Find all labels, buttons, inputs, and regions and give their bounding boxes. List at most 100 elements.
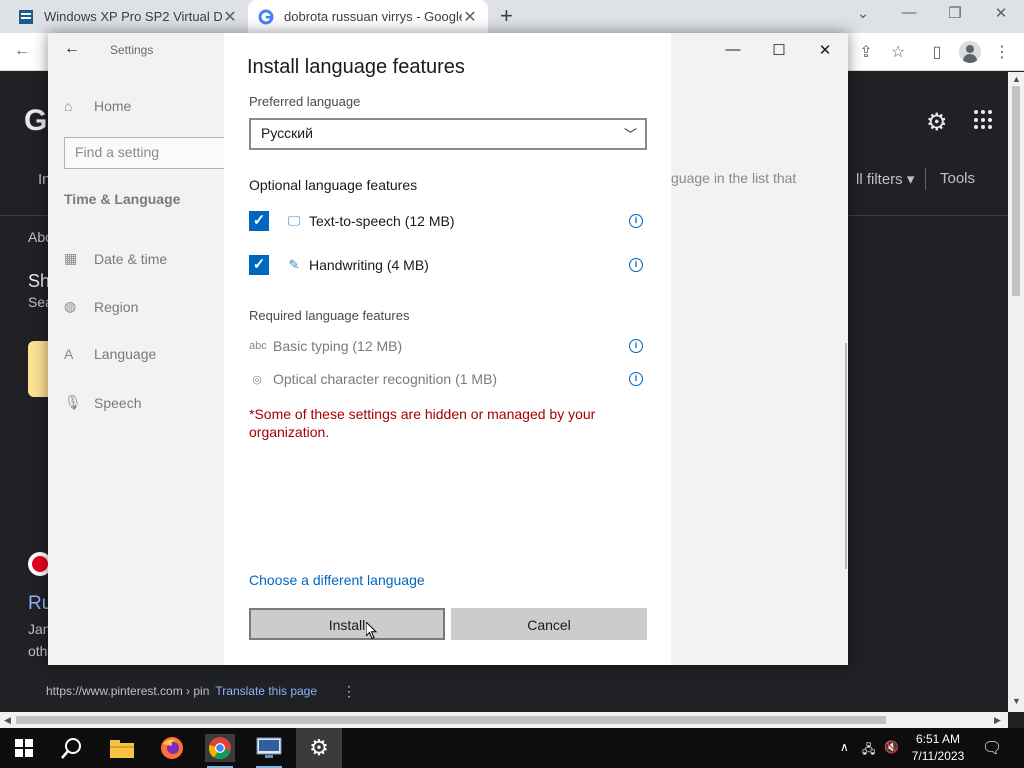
- back-arrow-icon[interactable]: ←: [12, 42, 32, 60]
- checkbox-checked[interactable]: ✓: [249, 211, 269, 231]
- tab-title: dobrota russuan virrys - Google: [284, 9, 462, 24]
- restore-icon[interactable]: ❐: [940, 4, 970, 22]
- tab-search-chevron-icon[interactable]: ⌄: [848, 4, 878, 22]
- scrollbar[interactable]: [845, 343, 847, 569]
- sidebar-item-region[interactable]: ◍ Region: [64, 298, 138, 315]
- feature-label: Basic typing (12 MB): [273, 338, 403, 354]
- taskbar-chrome[interactable]: [205, 734, 235, 768]
- pen-icon: ✎: [288, 257, 300, 272]
- start-button[interactable]: [9, 734, 39, 762]
- feature-label: Optical character recognition (1 MB): [273, 371, 498, 387]
- find-setting-input[interactable]: Find a setting: [64, 137, 228, 169]
- chrome-icon: [208, 737, 231, 760]
- info-icon[interactable]: i: [629, 339, 643, 353]
- required-feature-ocr: ◎ Optical character recognition (1 MB) i: [249, 369, 643, 389]
- selected-language-value: Русский: [261, 125, 313, 141]
- info-icon[interactable]: i: [629, 214, 643, 228]
- google-logo[interactable]: G: [24, 104, 47, 138]
- minimize-icon[interactable]: —: [894, 4, 924, 21]
- clock-time: 6:51 AM: [915, 732, 961, 746]
- chevron-down-icon: ﹀: [623, 127, 637, 142]
- new-tab-button[interactable]: +: [500, 5, 513, 27]
- search-button[interactable]: [57, 734, 87, 762]
- minimize-icon[interactable]: —: [722, 41, 744, 58]
- close-icon[interactable]: ✕: [814, 41, 836, 59]
- settings-window: ← Settings ⌂ Home Find a setting Time & …: [48, 33, 848, 665]
- sidebar-item-label: Home: [94, 98, 132, 114]
- gear-icon: ⚙: [309, 735, 329, 760]
- mouse-cursor-icon: [366, 622, 378, 640]
- home-icon: ⌂: [64, 98, 73, 114]
- scroll-thumb[interactable]: [16, 716, 886, 724]
- settings-content-behind: guage in the list that: [671, 33, 848, 665]
- tab-title: Windows XP Pro SP2 Virtual Des: [44, 9, 222, 24]
- sidebar-item-date-time[interactable]: ▦ Date & time: [64, 250, 167, 267]
- taskbar-settings[interactable]: ⚙: [296, 728, 342, 768]
- volume-muted-icon[interactable]: 🔇: [884, 740, 899, 754]
- close-window-icon[interactable]: ✕: [986, 4, 1016, 22]
- maximize-icon[interactable]: ☐: [768, 41, 790, 59]
- sidebar-item-home[interactable]: ⌂ Home: [64, 98, 131, 114]
- share-icon[interactable]: ⇪: [856, 42, 876, 62]
- page-vertical-scrollbar[interactable]: ▲ ▼: [1008, 72, 1024, 712]
- calendar-icon: ▦: [64, 250, 78, 266]
- notifications-icon[interactable]: 🗨: [982, 738, 1002, 758]
- translate-page-link[interactable]: Translate this page: [215, 684, 317, 698]
- speech-display-icon: 🖵: [287, 213, 301, 228]
- globe-icon: ◍: [64, 298, 77, 314]
- search-icon: [61, 738, 81, 759]
- managed-settings-warning: *Some of these settings are hidden or ma…: [249, 406, 596, 440]
- tab-close-icon[interactable]: ✕: [462, 7, 478, 27]
- side-panel-icon[interactable]: ▯: [927, 42, 947, 62]
- info-icon[interactable]: i: [629, 258, 643, 272]
- chevron-up-icon[interactable]: ∧: [840, 740, 849, 754]
- cancel-button[interactable]: Cancel: [451, 608, 647, 640]
- back-arrow-icon[interactable]: ←: [64, 40, 80, 58]
- preferred-language-select[interactable]: Русский ﹀: [249, 118, 647, 150]
- info-icon[interactable]: i: [629, 372, 643, 386]
- scroll-left-arrow-icon[interactable]: ◀: [4, 715, 11, 726]
- sidebar-item-label: Language: [94, 346, 157, 362]
- tab-close-icon[interactable]: ✕: [222, 7, 238, 27]
- settings-sidebar: ← Settings ⌂ Home Find a setting Time & …: [48, 33, 228, 665]
- scroll-up-arrow-icon[interactable]: ▲: [1012, 74, 1021, 84]
- browser-tab-strip: Windows XP Pro SP2 Virtual Des ✕ dobrota…: [0, 0, 1024, 33]
- optional-feature-handwriting[interactable]: ✓ ✎ Handwriting (4 MB) i: [249, 254, 643, 276]
- optional-feature-text-to-speech[interactable]: ✓ 🖵 Text-to-speech (12 MB) i: [249, 210, 643, 232]
- page-horizontal-scrollbar[interactable]: ◀ ▶: [0, 712, 1008, 728]
- network-icon[interactable]: 🖧: [862, 740, 875, 761]
- taskbar-remote-desktop[interactable]: [254, 734, 284, 768]
- window-title: Settings: [110, 43, 154, 57]
- browser-tab-google-search[interactable]: dobrota russuan virrys - Google ✕: [248, 0, 488, 33]
- browser-menu-icon[interactable]: ⋮: [992, 42, 1012, 62]
- dialog-title: Install language features: [247, 56, 465, 78]
- sidebar-item-speech[interactable]: 🎙 Speech: [64, 394, 141, 411]
- sidebar-item-label: Region: [94, 298, 139, 315]
- remote-desktop-icon: [256, 737, 282, 758]
- apps-grid-icon[interactable]: [974, 110, 994, 130]
- profile-avatar[interactable]: [959, 41, 981, 63]
- checkbox-checked[interactable]: ✓: [249, 255, 269, 275]
- sidebar-item-language[interactable]: A Language: [64, 346, 156, 362]
- preferred-language-label: Preferred language: [249, 94, 361, 109]
- result-url: https://www.pinterest.com › pin Translate…: [46, 684, 317, 698]
- scroll-down-arrow-icon[interactable]: ▼: [1012, 696, 1021, 706]
- bookmark-star-icon[interactable]: ☆: [888, 42, 908, 62]
- all-filters-button[interactable]: ll filters ▾: [856, 170, 914, 188]
- scroll-thumb[interactable]: [1012, 86, 1020, 296]
- firefox-icon: [161, 737, 183, 759]
- more-options-icon[interactable]: ⋮: [342, 683, 356, 700]
- content-text-partial: guage in the list that: [671, 170, 797, 186]
- windows-logo-icon: [15, 739, 33, 757]
- choose-different-language-link[interactable]: Choose a different language: [249, 572, 425, 588]
- system-clock[interactable]: 6:51 AM 7/11/2023: [905, 731, 971, 765]
- tools-button[interactable]: Tools: [940, 170, 975, 187]
- taskbar-file-explorer[interactable]: [107, 734, 137, 762]
- section-heading: Time & Language: [64, 191, 181, 207]
- scroll-right-arrow-icon[interactable]: ▶: [994, 715, 1001, 726]
- gear-icon[interactable]: ⚙: [926, 108, 948, 137]
- browser-tab-windows-xp[interactable]: Windows XP Pro SP2 Virtual Des ✕: [8, 0, 248, 33]
- taskbar-firefox[interactable]: [157, 734, 187, 762]
- result-thumbnail[interactable]: [28, 341, 48, 397]
- install-button[interactable]: Install: [249, 608, 445, 640]
